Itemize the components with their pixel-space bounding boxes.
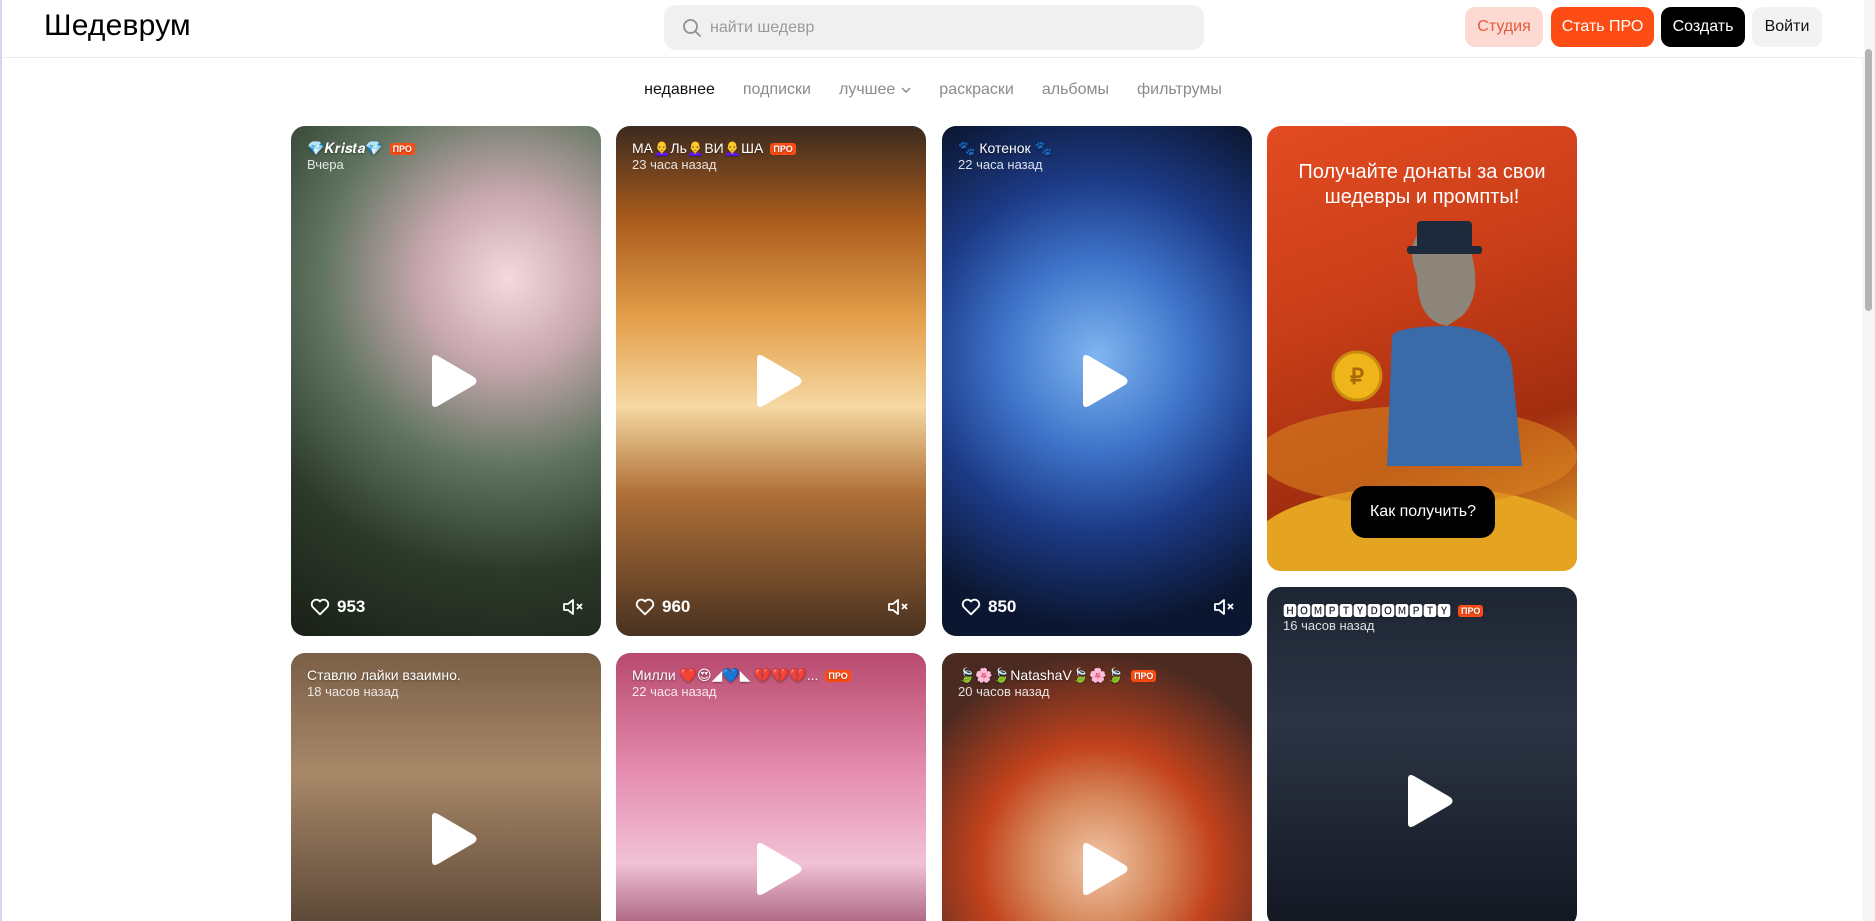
tab-label: раскраски xyxy=(939,81,1014,98)
become-pro-button[interactable]: Стать ПРО xyxy=(1551,7,1654,47)
play-icon[interactable] xyxy=(422,351,482,411)
author-name: 🐾 Котенок 🐾 xyxy=(958,140,1052,156)
card-time: 16 часов назад xyxy=(1283,618,1375,633)
card-time: 20 часов назад xyxy=(958,684,1050,699)
author-name: 💎𝑲𝒓𝒊𝒔𝒕𝒂💎 xyxy=(307,140,383,156)
play-icon[interactable] xyxy=(747,351,807,411)
studio-button[interactable]: Студия xyxy=(1465,7,1543,47)
svg-text:₽: ₽ xyxy=(1350,364,1364,389)
like-button[interactable]: 960 xyxy=(634,596,690,618)
pro-badge: ПРО xyxy=(1458,605,1484,617)
play-icon[interactable] xyxy=(1398,771,1458,831)
search-input[interactable] xyxy=(710,18,1190,37)
tab-label: фильтрумы xyxy=(1136,81,1222,98)
like-button[interactable]: 850 xyxy=(960,596,1016,618)
heart-icon xyxy=(961,598,981,616)
card-time: 18 часов назад xyxy=(307,684,399,699)
tab-best[interactable]: лучшее xyxy=(825,81,925,99)
login-button[interactable]: Войти xyxy=(1752,7,1822,47)
search-bar[interactable] xyxy=(664,5,1204,50)
mute-icon[interactable] xyxy=(886,595,910,619)
play-icon[interactable] xyxy=(1073,351,1133,411)
card-time: 22 часа назад xyxy=(958,157,1043,172)
like-count: 850 xyxy=(988,597,1017,616)
like-count: 960 xyxy=(662,597,691,616)
card-time: Вчера xyxy=(307,157,344,172)
feed-card[interactable]: 💎𝑲𝒓𝒊𝒔𝒕𝒂💎 ПРО Вчера 953 xyxy=(291,126,601,636)
author-name: Милли ❤️😍◢💙◣ 💔💔💔... xyxy=(632,667,819,683)
feed-card[interactable]: МА👩‍🦲Ль👩‍🦲ВИ👩‍🦲ША ПРО 23 часа назад 960 xyxy=(616,126,926,636)
author-name: 🍃🌸🍃NatashaV🍃🌸🍃 xyxy=(958,667,1125,683)
feed-card[interactable]: 🍃🌸🍃NatashaV🍃🌸🍃 ПРО 20 часов назад xyxy=(942,653,1252,921)
scrollbar[interactable] xyxy=(1862,0,1875,921)
feed-card[interactable]: Ставлю лайки взаимно. 18 часов назад xyxy=(291,653,601,921)
card-author[interactable]: 🍃🌸🍃NatashaV🍃🌸🍃 ПРО xyxy=(958,667,1157,684)
logo[interactable]: Шедеврум xyxy=(44,9,191,43)
tab-label: подписки xyxy=(742,81,811,98)
heart-icon xyxy=(635,598,655,616)
card-author[interactable]: 🐾 Котенок 🐾 xyxy=(958,140,1052,157)
card-time: 22 часа назад xyxy=(632,684,717,699)
card-author[interactable]: 💎𝑲𝒓𝒊𝒔𝒕𝒂💎 ПРО xyxy=(307,140,415,157)
top-header: Шедеврум Студия Стать ПРО Создать Войти xyxy=(2,0,1864,58)
play-icon[interactable] xyxy=(422,809,482,869)
pro-badge: ПРО xyxy=(389,142,415,155)
feed-tabs: недавнее подписки лучшее раскраски альбо… xyxy=(2,81,1864,99)
card-author[interactable]: Ставлю лайки взаимно. xyxy=(307,667,461,683)
author-name: Ставлю лайки взаимно. xyxy=(307,667,461,683)
how-to-get-button[interactable]: Как получить? xyxy=(1351,486,1495,538)
tab-recent[interactable]: недавнее xyxy=(630,81,729,99)
tab-label: альбомы xyxy=(1041,81,1109,98)
feed-card[interactable]: Милли ❤️😍◢💙◣ 💔💔💔... ПРО 22 часа назад xyxy=(616,653,926,921)
like-count: 953 xyxy=(337,597,366,616)
pro-badge: ПРО xyxy=(825,669,851,682)
mute-icon[interactable] xyxy=(1212,595,1236,619)
tab-filtrums[interactable]: фильтрумы xyxy=(1123,81,1236,99)
page: Шедеврум Студия Стать ПРО Создать Войти … xyxy=(0,0,1875,921)
feed-card[interactable]: 🐾 Котенок 🐾 22 часа назад 850 xyxy=(942,126,1252,636)
card-time: 23 часа назад xyxy=(632,157,717,172)
pro-badge: ПРО xyxy=(770,142,796,155)
heart-icon xyxy=(310,598,330,616)
tab-albums[interactable]: альбомы xyxy=(1028,81,1123,99)
tab-label: лучшее xyxy=(838,81,896,98)
mute-icon[interactable] xyxy=(561,595,585,619)
tab-label: недавнее xyxy=(644,81,715,98)
tab-subscriptions[interactable]: подписки xyxy=(729,81,825,99)
scrollbar-thumb[interactable] xyxy=(1865,49,1872,311)
pro-badge: ПРО xyxy=(1131,669,1157,682)
play-icon[interactable] xyxy=(1073,839,1133,899)
create-button[interactable]: Создать xyxy=(1661,7,1745,47)
like-button[interactable]: 953 xyxy=(309,596,365,618)
tab-coloring[interactable]: раскраски xyxy=(925,81,1028,99)
search-icon xyxy=(683,18,701,37)
card-author[interactable]: Милли ❤️😍◢💙◣ 💔💔💔... ПРО xyxy=(632,667,851,684)
feed-card[interactable]: 🅷🅾🅼🅿🆃🆈🅳🅾🅼🅿🆃🆈 ПРО 16 часов назад xyxy=(1267,587,1577,921)
promo-card: Получайте донаты за свои шедевры и промп… xyxy=(1267,126,1577,571)
chevron-down-icon xyxy=(901,87,911,94)
card-author[interactable]: МА👩‍🦲Ль👩‍🦲ВИ👩‍🦲ША ПРО xyxy=(632,140,796,157)
author-name: МА👩‍🦲Ль👩‍🦲ВИ👩‍🦲ША xyxy=(632,140,764,156)
play-icon[interactable] xyxy=(747,839,807,899)
